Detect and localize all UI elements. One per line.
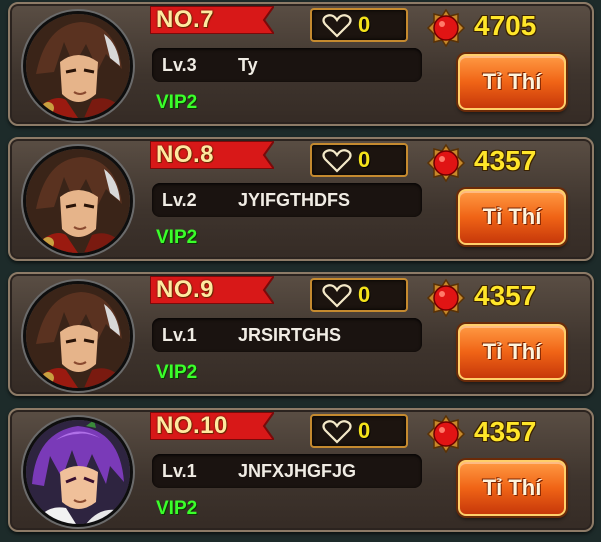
- rank-label: NO.7: [156, 6, 215, 33]
- player-info-bar: Lv.3 Ty: [152, 48, 422, 82]
- brown-hair-warrior-portrait: [26, 149, 130, 253]
- player-info-bar: Lv.1 JRSIRTGHS: [152, 318, 422, 352]
- heart-outline-icon: [322, 420, 352, 444]
- red-gem-medal-icon: [426, 8, 466, 48]
- red-gem-medal-icon: [426, 414, 466, 454]
- heart-outline-icon: [322, 14, 352, 38]
- player-name: JRSIRTGHS: [238, 325, 342, 345]
- vip-label: VIP2: [156, 498, 198, 519]
- rank-label: NO.10: [156, 412, 228, 439]
- player-level: Lv.2: [162, 190, 197, 210]
- likes-box[interactable]: 0: [310, 8, 408, 42]
- player-name: Ty: [238, 55, 258, 75]
- power-value: 4705: [474, 10, 537, 41]
- likes-box[interactable]: 0: [310, 414, 408, 448]
- purple-hair-warrior-portrait: [26, 420, 130, 524]
- power-value: 4357: [474, 416, 537, 447]
- player-info-bar: Lv.2 JYIFGTHDFS: [152, 183, 422, 217]
- vip-label: VIP2: [156, 227, 198, 248]
- challenge-button[interactable]: Tỉ Thí: [458, 324, 566, 380]
- red-gem-medal-icon: [426, 143, 466, 183]
- player-avatar[interactable]: [26, 149, 130, 253]
- ranking-card: NO.8 0 4357 Lv.2 JYIFGTHDFS VIP2 Tỉ Thí: [8, 137, 594, 261]
- ranking-card: NO.10 0 4357 Lv.1 JNFXJHGFJG VIP2 Tỉ Thí: [8, 408, 594, 532]
- likes-count: 0: [358, 12, 371, 37]
- player-info-bar: Lv.1 JNFXJHGFJG: [152, 454, 422, 488]
- likes-count: 0: [358, 147, 371, 172]
- likes-count: 0: [358, 282, 371, 307]
- likes-box[interactable]: 0: [310, 278, 408, 312]
- challenge-button[interactable]: Tỉ Thí: [458, 189, 566, 245]
- likes-count: 0: [358, 418, 371, 443]
- heart-outline-icon: [322, 149, 352, 173]
- vip-label: VIP2: [156, 92, 198, 113]
- power-value: 4357: [474, 145, 537, 176]
- player-avatar[interactable]: [26, 14, 130, 118]
- power-value: 4357: [474, 280, 537, 311]
- likes-box[interactable]: 0: [310, 143, 408, 177]
- rank-label: NO.9: [156, 276, 215, 303]
- brown-hair-warrior-portrait: [26, 284, 130, 388]
- challenge-button[interactable]: Tỉ Thí: [458, 54, 566, 110]
- challenge-button[interactable]: Tỉ Thí: [458, 460, 566, 516]
- player-name: JNFXJHGFJG: [238, 461, 357, 481]
- player-avatar[interactable]: [26, 420, 130, 524]
- ranking-card: NO.9 0 4357 Lv.1 JRSIRTGHS VIP2 Tỉ Thí: [8, 272, 594, 396]
- heart-outline-icon: [322, 284, 352, 308]
- player-level: Lv.3: [162, 55, 197, 75]
- ranking-list: NO.7 0 4705 Lv.3 Ty VIP2 Tỉ Thí NO.8 0 4…: [0, 0, 601, 542]
- player-avatar[interactable]: [26, 284, 130, 388]
- ranking-card: NO.7 0 4705 Lv.3 Ty VIP2 Tỉ Thí: [8, 2, 594, 126]
- player-level: Lv.1: [162, 461, 197, 481]
- red-gem-medal-icon: [426, 278, 466, 318]
- rank-label: NO.8: [156, 141, 215, 168]
- player-level: Lv.1: [162, 325, 197, 345]
- player-name: JYIFGTHDFS: [238, 190, 351, 210]
- brown-hair-warrior-portrait: [26, 14, 130, 118]
- vip-label: VIP2: [156, 362, 198, 383]
